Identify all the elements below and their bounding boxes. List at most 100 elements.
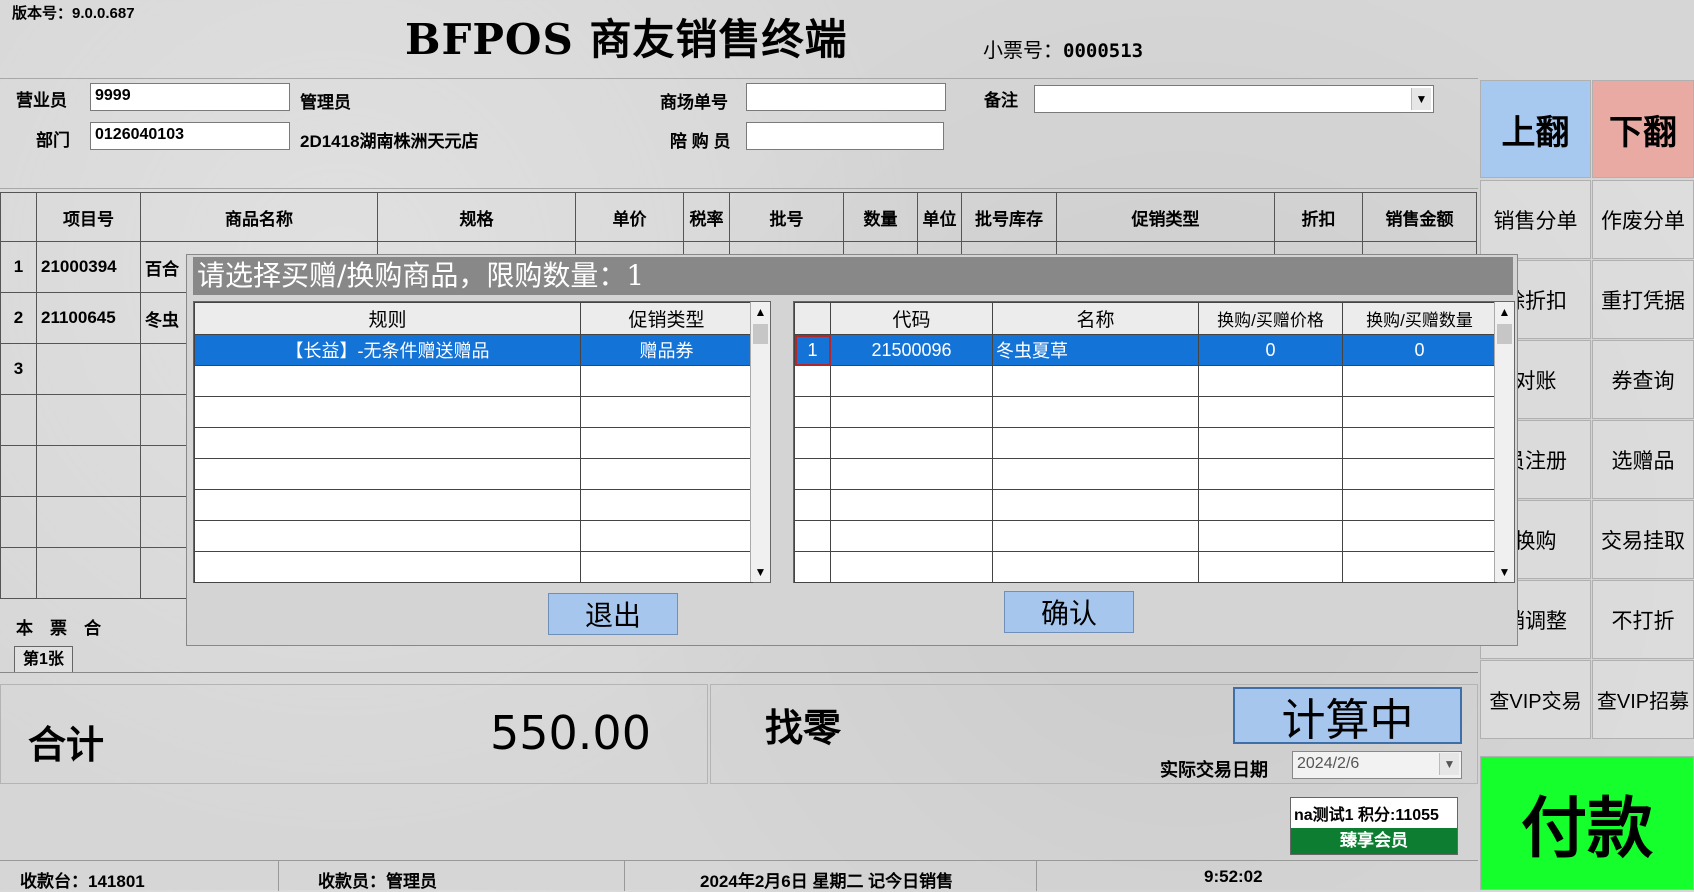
vip-transaction-button[interactable]: 查VIP交易: [1480, 660, 1591, 739]
col-header-unit: 单位: [917, 192, 962, 242]
list-item[interactable]: 【长益】-无条件赠送赠品 赠品券: [194, 334, 753, 366]
scroll-thumb[interactable]: [753, 324, 768, 344]
rule-col-header: 规则: [194, 302, 581, 335]
index-col-header: [794, 302, 831, 335]
mall-order-field[interactable]: [746, 83, 946, 111]
chevron-down-icon[interactable]: ▼: [1411, 88, 1431, 110]
tab-divider: [0, 672, 1478, 673]
promo-type: 赠品券: [580, 334, 753, 366]
exit-button[interactable]: 退出: [548, 593, 678, 635]
ticket-value: 0000513: [1063, 40, 1144, 62]
salesperson-label: 营业员: [16, 91, 67, 110]
list-item[interactable]: [194, 489, 753, 521]
mall-order-label: 商场单号: [660, 93, 728, 112]
chevron-down-icon[interactable]: ▼: [1495, 562, 1514, 582]
gift-list-scrollbar[interactable]: ▲ ▼: [1494, 302, 1514, 582]
reprint-receipt-button[interactable]: 重打凭据: [1592, 260, 1694, 339]
col-header-index: [0, 192, 37, 242]
current-date: 2024年2月6日 星期二 记今日销售: [700, 872, 954, 891]
table-row[interactable]: [794, 427, 1497, 459]
page-up-button[interactable]: 上翻: [1480, 80, 1591, 178]
col-header-amount: 销售金额: [1362, 192, 1477, 242]
cashier-name: 收款员：管理员: [318, 872, 437, 891]
calculate-button[interactable]: 计算中: [1233, 687, 1462, 746]
table-row[interactable]: [794, 365, 1497, 397]
list-item[interactable]: [194, 365, 753, 397]
vip-recruit-button[interactable]: 查VIP招募: [1592, 660, 1694, 739]
gift-code: 21500096: [830, 334, 993, 366]
rule-list-scrollbar[interactable]: ▲ ▼: [750, 302, 770, 582]
list-item[interactable]: [194, 551, 753, 583]
member-level-badge: 臻享会员: [1291, 828, 1457, 854]
status-bar: 收款台：141801 收款员：管理员 2024年2月6日 星期二 记今日销售 9…: [0, 860, 1478, 891]
ticket-label: 小票号：: [983, 40, 1063, 62]
table-header-row: 项目号 商品名称 规格 单价 税率 批号 数量 单位 批号库存 促销类型 折扣 …: [0, 192, 1477, 242]
gift-index: 1: [794, 334, 831, 366]
dept-name: 2D1418湖南株洲天元店: [300, 132, 479, 151]
row-code: 21000394: [36, 241, 141, 293]
remark-dropdown[interactable]: ▼: [1034, 85, 1434, 113]
confirm-button[interactable]: 确认: [1004, 591, 1134, 633]
change-label: 找零: [765, 705, 842, 750]
void-split-button[interactable]: 作废分单: [1592, 180, 1694, 259]
table-row[interactable]: [794, 396, 1497, 428]
row-index: 3: [0, 343, 37, 395]
table-row[interactable]: [794, 551, 1497, 583]
rule-list: 规则 促销类型 【长益】-无条件赠送赠品 赠品券 ▲ ▼: [193, 301, 771, 583]
row-code: 21100645: [36, 292, 141, 344]
header-divider: [0, 78, 1478, 79]
suspend-retrieve-button[interactable]: 交易挂取: [1592, 500, 1694, 579]
register-number: 收款台：141801: [20, 872, 145, 891]
gift-item-list: 代码 名称 换购/买赠价格 换购/买赠数量 1 21500096 冬虫夏草 0 …: [793, 301, 1515, 583]
no-discount-button[interactable]: 不打折: [1592, 580, 1694, 659]
list-item[interactable]: [194, 520, 753, 552]
companion-label: 陪 购 员: [670, 132, 731, 151]
ticket-total-label: 本 票 合: [16, 619, 101, 638]
list-item[interactable]: [194, 458, 753, 490]
version-label: 版本号：9.0.0.687: [12, 5, 135, 22]
transaction-date-field[interactable]: 2024/2/6 ▼: [1292, 751, 1462, 779]
gift-qty[interactable]: 0: [1342, 334, 1497, 366]
status-divider: [1036, 861, 1037, 891]
pay-button[interactable]: 付款: [1480, 756, 1694, 890]
transaction-date-value: 2024/2/6: [1297, 755, 1360, 772]
table-row[interactable]: [794, 489, 1497, 521]
table-row[interactable]: [794, 520, 1497, 552]
salesperson-field[interactable]: 9999: [90, 83, 290, 111]
remark-label: 备注: [984, 91, 1018, 110]
row-code: [36, 343, 141, 395]
total-label: 合计: [28, 722, 105, 767]
table-row[interactable]: [794, 458, 1497, 490]
col-header-code: 项目号: [36, 192, 141, 242]
col-header-batch: 批号: [729, 192, 844, 242]
chevron-down-icon[interactable]: ▼: [1439, 753, 1459, 775]
split-order-button[interactable]: 销售分单: [1480, 180, 1591, 259]
chevron-up-icon[interactable]: ▲: [1495, 302, 1514, 322]
member-card: na测试1 积分:11055 臻享会员: [1290, 797, 1458, 855]
chevron-down-icon[interactable]: ▼: [751, 562, 770, 582]
table-row[interactable]: 1 21500096 冬虫夏草 0 0: [794, 334, 1497, 366]
companion-field[interactable]: [746, 122, 944, 150]
row-index: 2: [0, 292, 37, 344]
page-down-button[interactable]: 下翻: [1592, 80, 1694, 178]
gift-price: 0: [1198, 334, 1343, 366]
col-header-discount: 折扣: [1274, 192, 1363, 242]
promo-type-col-header: 促销类型: [580, 302, 753, 335]
list-item[interactable]: [194, 396, 753, 428]
chevron-up-icon[interactable]: ▲: [751, 302, 770, 322]
transaction-date-label: 实际交易日期: [1160, 760, 1268, 780]
col-header-promo-type: 促销类型: [1056, 192, 1275, 242]
col-header-tax: 税率: [683, 192, 730, 242]
current-time: 9:52:02: [1204, 867, 1263, 886]
select-gift-button[interactable]: 选赠品: [1592, 420, 1694, 499]
col-header-qty: 数量: [843, 192, 918, 242]
list-item[interactable]: [194, 427, 753, 459]
tab-ticket-1[interactable]: 第1张: [14, 646, 73, 672]
app-title: BFPOS 商友销售终端: [405, 15, 848, 64]
dept-field[interactable]: 0126040103: [90, 122, 290, 150]
salesperson-name: 管理员: [300, 93, 351, 112]
gift-name: 冬虫夏草: [992, 334, 1199, 366]
scroll-thumb[interactable]: [1497, 324, 1512, 344]
form-divider: [0, 188, 1478, 189]
coupon-query-button[interactable]: 券查询: [1592, 340, 1694, 419]
